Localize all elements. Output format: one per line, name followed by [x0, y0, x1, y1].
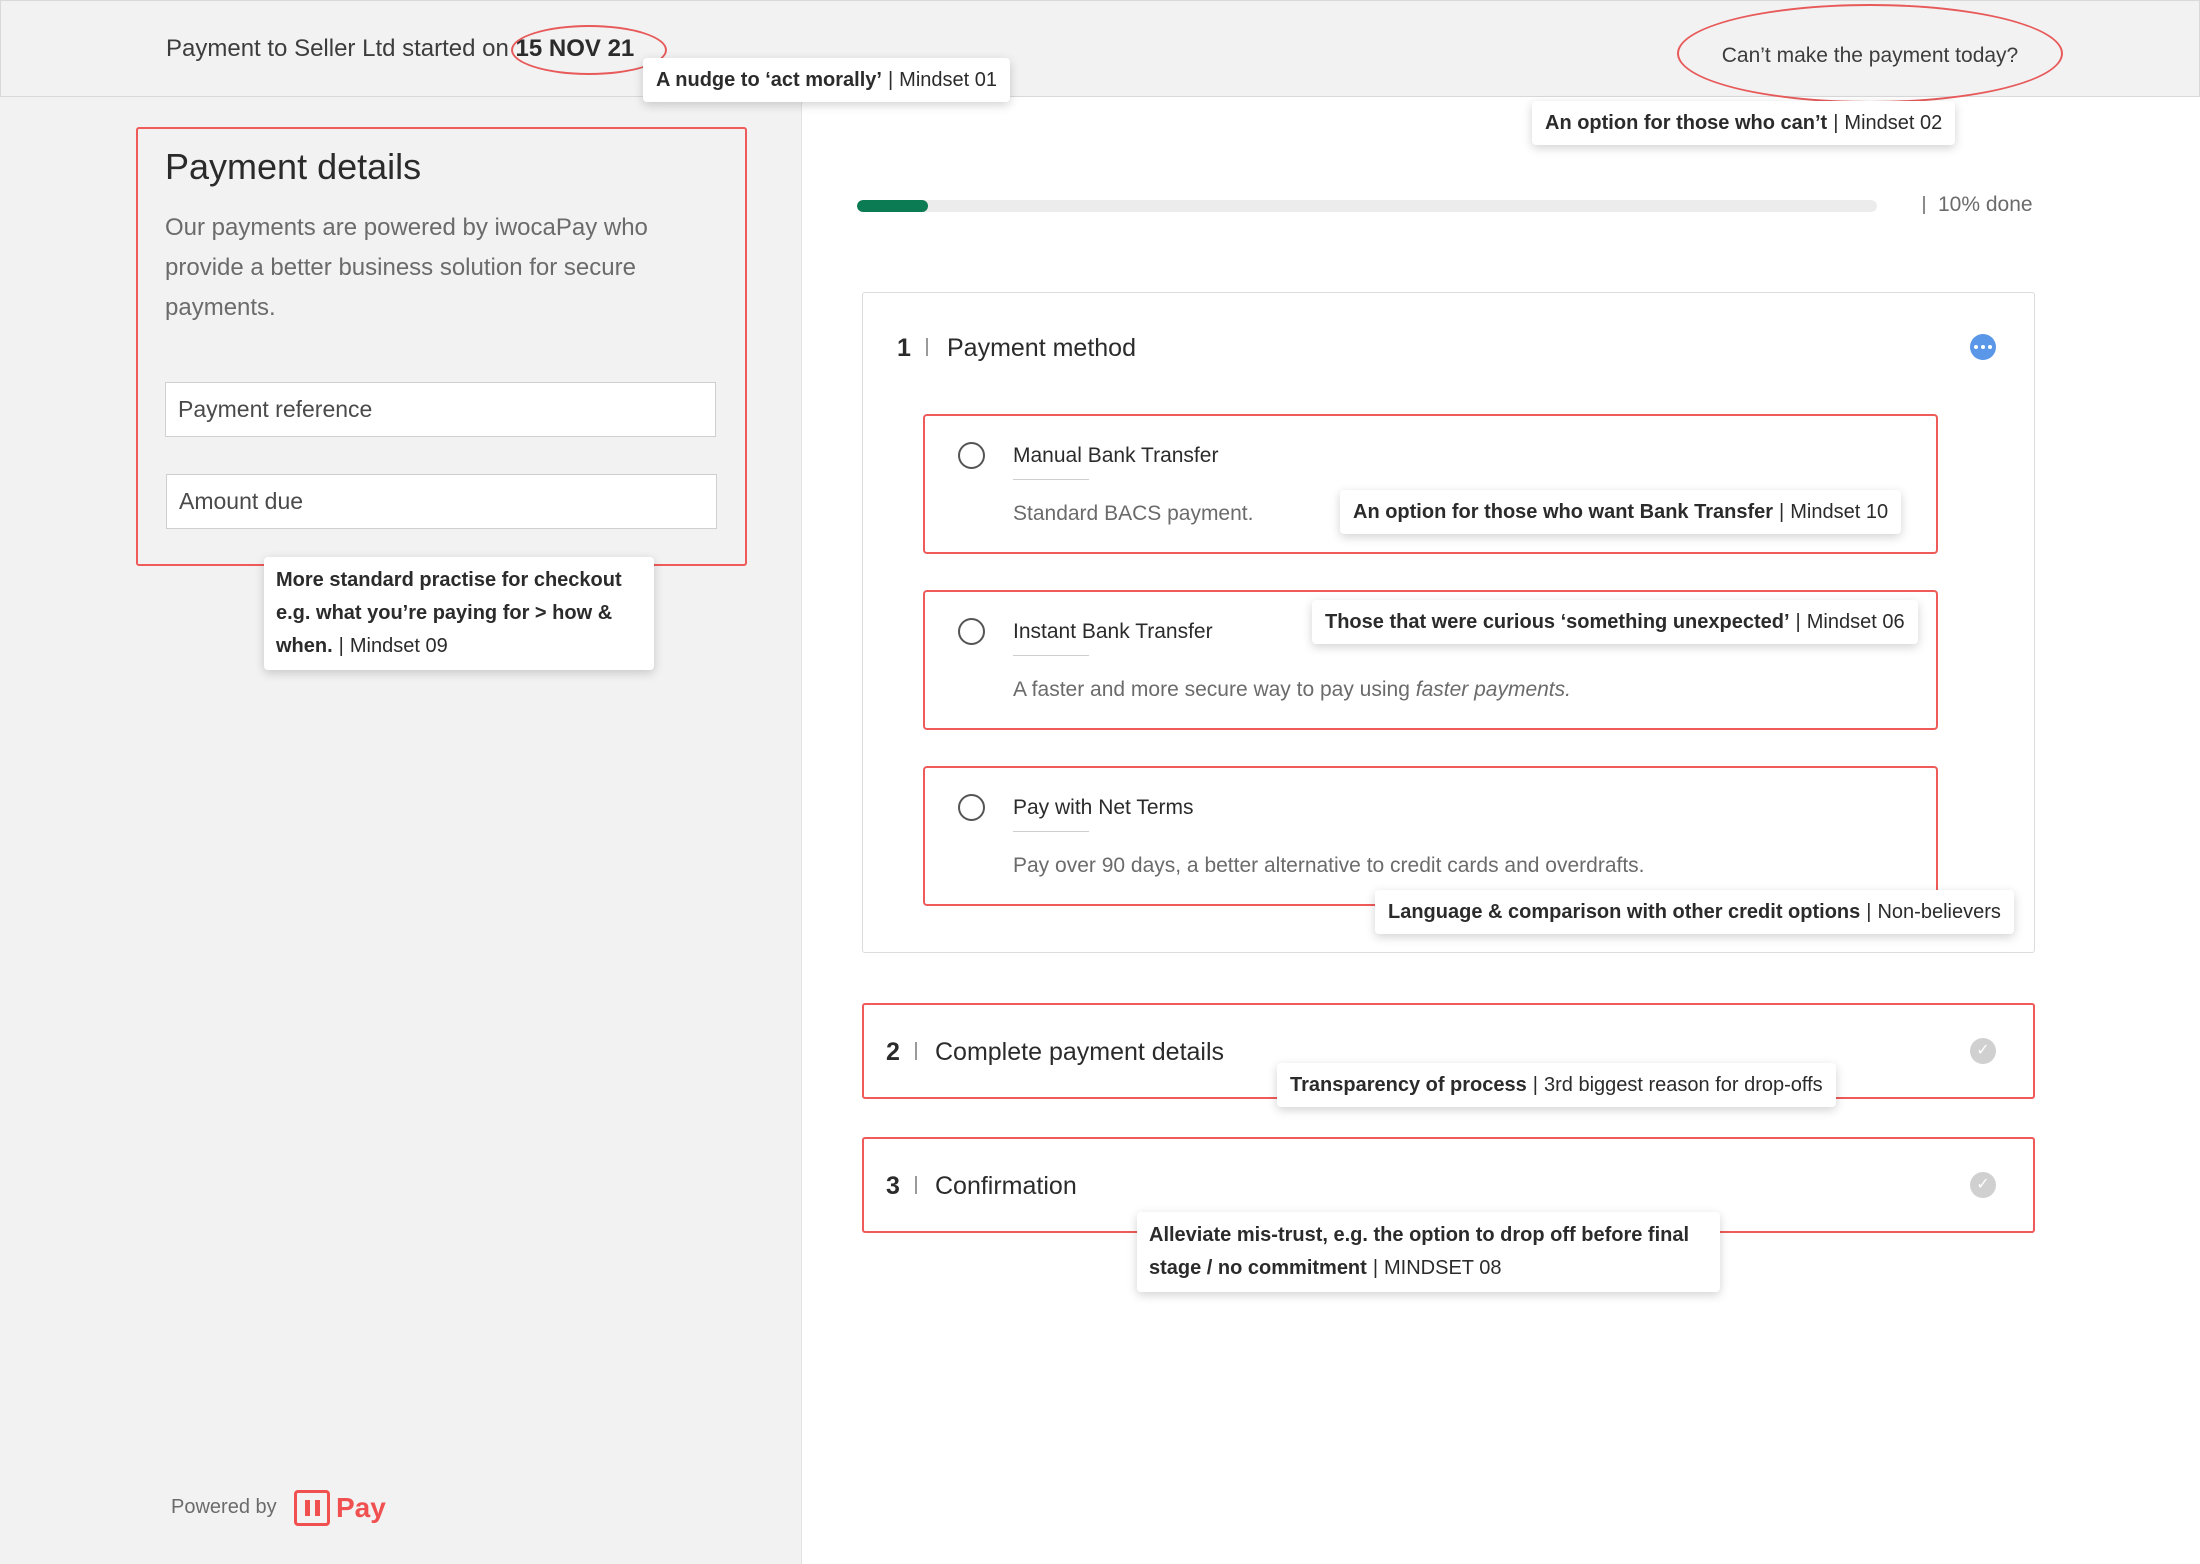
step-2-title: Complete payment details: [935, 1038, 1225, 1066]
option-instant-desc-emphasis: faster payments.: [1415, 678, 1571, 701]
step-3-title: Confirmation: [935, 1172, 1077, 1200]
option-net-terms-title: Pay with Net Terms: [1013, 796, 1194, 819]
annotation-note-mindset-08: Alleviate mis-trust, e.g. the option to …: [1137, 1212, 1720, 1292]
option-net-terms-desc: Pay over 90 days, a better alternative t…: [1013, 854, 1645, 877]
step-3-number: 3: [886, 1172, 900, 1200]
payment-details-description: Our payments are powered by iwocaPay who…: [165, 214, 648, 321]
progress-fill: [857, 200, 929, 212]
option-manual-bank-transfer-desc: Standard BACS payment.: [1013, 502, 1254, 525]
option-divider: [1013, 831, 1089, 832]
annotation-note-mindset-10: An option for those who want Bank Transf…: [1340, 490, 1902, 534]
radio-manual-bank-transfer[interactable]: [958, 442, 985, 469]
annotation-note-non-believers: Language & comparison with other credit …: [1375, 890, 2014, 934]
progress-divider: [1923, 196, 1925, 214]
step-2-number: 2: [886, 1038, 900, 1066]
pay-logo-word: Pay: [336, 1492, 386, 1523]
amount-due-field[interactable]: Amount due: [166, 474, 717, 529]
payment-started-prefix: Payment to Seller Ltd started on: [166, 35, 509, 62]
powered-by-label: Powered by: [171, 1496, 277, 1518]
step-3-check-icon: ✓: [1970, 1172, 1996, 1198]
progress-label: 10% done: [1938, 193, 2033, 216]
annotation-note-mindset-01: A nudge to ‘act morally’ | Mindset 01: [643, 58, 1011, 102]
radio-net-terms[interactable]: [958, 794, 985, 821]
step-2-check-icon: ✓: [1970, 1038, 1996, 1064]
radio-instant-bank-transfer[interactable]: [958, 618, 985, 645]
option-instant-bank-transfer-desc: A faster and more secure way to pay usin…: [1013, 678, 1571, 702]
payment-reference-field[interactable]: Payment reference: [165, 382, 716, 437]
option-instant-desc-text: A faster and more secure way to pay usin…: [1013, 678, 1410, 701]
cant-pay-today-link[interactable]: Can’t make the payment today?: [1677, 4, 2063, 103]
option-instant-bank-transfer-title: Instant Bank Transfer: [1013, 620, 1213, 643]
step-1-divider: [926, 338, 928, 356]
option-net-terms[interactable]: [923, 766, 1938, 906]
option-divider: [1013, 479, 1089, 480]
annotation-note-mindset-06: Those that were curious ‘something unexp…: [1312, 600, 1918, 644]
option-manual-bank-transfer-title: Manual Bank Transfer: [1013, 444, 1219, 467]
annotation-note-mindset-02: An option for those who can’t | Mindset 02: [1532, 101, 1956, 145]
step-1-number: 1: [897, 334, 911, 362]
annotation-note-transparency: Transparency of process | 3rd biggest reas…: [1277, 1063, 1836, 1107]
step-3-divider: [915, 1176, 917, 1194]
option-divider: [1013, 655, 1089, 656]
iwoca-logo-icon: [294, 1490, 330, 1526]
more-options-icon[interactable]: [1970, 334, 1996, 360]
iwocapay-logo: Pay: [294, 1490, 386, 1526]
top-bar: Payment to Seller Ltd started on 15 NOV …: [0, 0, 2200, 103]
step-2-divider: [915, 1042, 917, 1060]
payment-details-title: Payment details: [165, 146, 422, 187]
step-1-title: Payment method: [947, 334, 1136, 362]
annotation-note-mindset-09: More standard practise for checkout e.g.…: [264, 557, 654, 670]
progress-track: [857, 200, 1877, 212]
